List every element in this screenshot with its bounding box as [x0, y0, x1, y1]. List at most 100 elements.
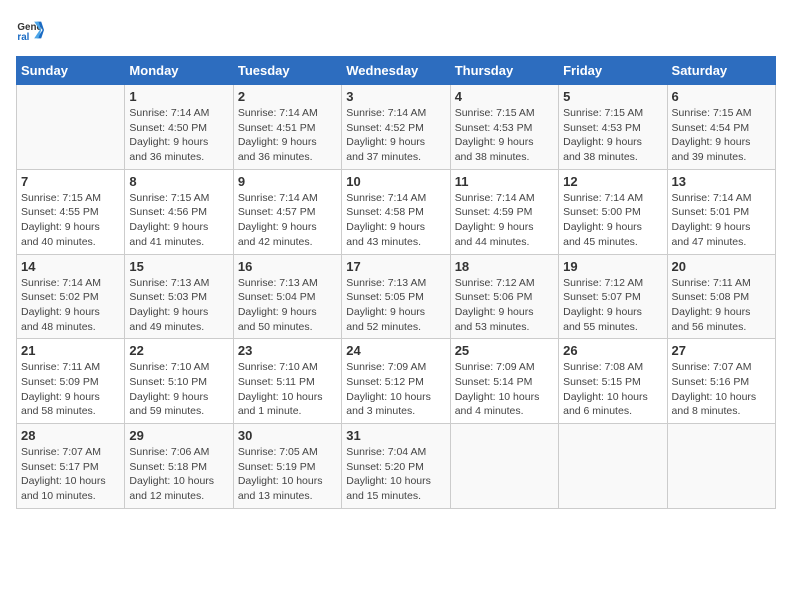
header-row: SundayMondayTuesdayWednesdayThursdayFrid… [17, 57, 776, 85]
day-info: Sunrise: 7:14 AM Sunset: 4:57 PM Dayligh… [238, 191, 337, 250]
week-row-5: 28Sunrise: 7:07 AM Sunset: 5:17 PM Dayli… [17, 424, 776, 509]
day-cell: 18Sunrise: 7:12 AM Sunset: 5:06 PM Dayli… [450, 254, 558, 339]
page-header: Gene ral [16, 16, 776, 44]
day-cell: 11 Sunrise: 7:14 AM Sunset: 4:59 PM Dayli… [450, 169, 558, 254]
day-cell: 27 Sunrise: 7:07 AM Sunset: 5:16 PM Dayli… [667, 339, 775, 424]
day-cell [559, 424, 667, 509]
day-number: 21 [21, 343, 120, 358]
day-cell: 16 Sunrise: 7:13 AM Sunset: 5:04 PM Dayli… [233, 254, 341, 339]
day-cell [17, 85, 125, 170]
day-cell: 23 Sunrise: 7:10 AM Sunset: 5:11 PM Dayli… [233, 339, 341, 424]
col-header-wednesday: Wednesday [342, 57, 450, 85]
day-number: 23 [238, 343, 337, 358]
day-info: Sunrise: 7:10 AM Sunset: 5:10 PM Dayligh… [129, 360, 228, 419]
day-info: Sunrise: 7:12 AM Sunset: 5:06 PM Dayligh… [455, 276, 554, 335]
day-number: 2 [238, 89, 337, 104]
col-header-sunday: Sunday [17, 57, 125, 85]
day-number: 22 [129, 343, 228, 358]
day-number: 12 [563, 174, 662, 189]
day-info: Sunrise: 7:15 AM Sunset: 4:54 PM Dayligh… [672, 106, 771, 165]
col-header-tuesday: Tuesday [233, 57, 341, 85]
day-cell: 3 Sunrise: 7:14 AM Sunset: 4:52 PM Daylig… [342, 85, 450, 170]
day-info: Sunrise: 7:14 AM Sunset: 4:58 PM Dayligh… [346, 191, 445, 250]
week-row-3: 14 Sunrise: 7:14 AM Sunset: 5:02 PM Dayli… [17, 254, 776, 339]
day-cell: 20 Sunrise: 7:11 AM Sunset: 5:08 PM Dayli… [667, 254, 775, 339]
day-number: 13 [672, 174, 771, 189]
day-number: 15 [129, 259, 228, 274]
day-info: Sunrise: 7:08 AM Sunset: 5:15 PM Dayligh… [563, 360, 662, 419]
day-cell: 29 Sunrise: 7:06 AM Sunset: 5:18 PM Dayli… [125, 424, 233, 509]
day-info: Sunrise: 7:13 AM Sunset: 5:05 PM Dayligh… [346, 276, 445, 335]
day-cell: 7 Sunrise: 7:15 AM Sunset: 4:55 PM Daylig… [17, 169, 125, 254]
logo: Gene ral [16, 16, 48, 44]
day-number: 1 [129, 89, 228, 104]
day-cell: 5 Sunrise: 7:15 AM Sunset: 4:53 PM Daylig… [559, 85, 667, 170]
day-info: Sunrise: 7:09 AM Sunset: 5:14 PM Dayligh… [455, 360, 554, 419]
day-cell: 22 Sunrise: 7:10 AM Sunset: 5:10 PM Dayli… [125, 339, 233, 424]
day-cell: 25 Sunrise: 7:09 AM Sunset: 5:14 PM Dayli… [450, 339, 558, 424]
day-cell: 13 Sunrise: 7:14 AM Sunset: 5:01 PM Dayli… [667, 169, 775, 254]
day-info: Sunrise: 7:10 AM Sunset: 5:11 PM Dayligh… [238, 360, 337, 419]
day-number: 26 [563, 343, 662, 358]
day-info: Sunrise: 7:14 AM Sunset: 5:00 PM Dayligh… [563, 191, 662, 250]
day-number: 20 [672, 259, 771, 274]
day-number: 24 [346, 343, 445, 358]
week-row-1: 1 Sunrise: 7:14 AM Sunset: 4:50 PM Daylig… [17, 85, 776, 170]
day-cell: 10Sunrise: 7:14 AM Sunset: 4:58 PM Dayli… [342, 169, 450, 254]
day-cell: 24 Sunrise: 7:09 AM Sunset: 5:12 PM Dayli… [342, 339, 450, 424]
day-number: 11 [455, 174, 554, 189]
svg-text:ral: ral [17, 32, 29, 43]
col-header-saturday: Saturday [667, 57, 775, 85]
day-info: Sunrise: 7:14 AM Sunset: 4:52 PM Dayligh… [346, 106, 445, 165]
day-info: Sunrise: 7:15 AM Sunset: 4:55 PM Dayligh… [21, 191, 120, 250]
day-cell: 21 Sunrise: 7:11 AM Sunset: 5:09 PM Dayli… [17, 339, 125, 424]
day-number: 14 [21, 259, 120, 274]
day-cell: 19 Sunrise: 7:12 AM Sunset: 5:07 PM Dayli… [559, 254, 667, 339]
day-number: 31 [346, 428, 445, 443]
logo-icon: Gene ral [16, 16, 44, 44]
day-info: Sunrise: 7:15 AM Sunset: 4:53 PM Dayligh… [455, 106, 554, 165]
day-number: 6 [672, 89, 771, 104]
week-row-2: 7 Sunrise: 7:15 AM Sunset: 4:55 PM Daylig… [17, 169, 776, 254]
day-cell: 12 Sunrise: 7:14 AM Sunset: 5:00 PM Dayli… [559, 169, 667, 254]
day-cell: 9 Sunrise: 7:14 AM Sunset: 4:57 PM Daylig… [233, 169, 341, 254]
day-cell: 15 Sunrise: 7:13 AM Sunset: 5:03 PM Dayli… [125, 254, 233, 339]
day-info: Sunrise: 7:15 AM Sunset: 4:56 PM Dayligh… [129, 191, 228, 250]
col-header-friday: Friday [559, 57, 667, 85]
day-number: 9 [238, 174, 337, 189]
day-number: 29 [129, 428, 228, 443]
day-info: Sunrise: 7:09 AM Sunset: 5:12 PM Dayligh… [346, 360, 445, 419]
day-number: 7 [21, 174, 120, 189]
day-cell: 30Sunrise: 7:05 AM Sunset: 5:19 PM Dayli… [233, 424, 341, 509]
week-row-4: 21 Sunrise: 7:11 AM Sunset: 5:09 PM Dayli… [17, 339, 776, 424]
calendar-table: SundayMondayTuesdayWednesdayThursdayFrid… [16, 56, 776, 509]
col-header-monday: Monday [125, 57, 233, 85]
day-info: Sunrise: 7:04 AM Sunset: 5:20 PM Dayligh… [346, 445, 445, 504]
day-number: 16 [238, 259, 337, 274]
day-number: 4 [455, 89, 554, 104]
day-number: 19 [563, 259, 662, 274]
day-number: 3 [346, 89, 445, 104]
day-cell: 8 Sunrise: 7:15 AM Sunset: 4:56 PM Daylig… [125, 169, 233, 254]
day-info: Sunrise: 7:13 AM Sunset: 5:04 PM Dayligh… [238, 276, 337, 335]
day-number: 30 [238, 428, 337, 443]
day-cell: 28Sunrise: 7:07 AM Sunset: 5:17 PM Dayli… [17, 424, 125, 509]
day-info: Sunrise: 7:11 AM Sunset: 5:08 PM Dayligh… [672, 276, 771, 335]
day-number: 5 [563, 89, 662, 104]
day-info: Sunrise: 7:14 AM Sunset: 5:01 PM Dayligh… [672, 191, 771, 250]
day-number: 27 [672, 343, 771, 358]
day-info: Sunrise: 7:14 AM Sunset: 5:02 PM Dayligh… [21, 276, 120, 335]
day-info: Sunrise: 7:13 AM Sunset: 5:03 PM Dayligh… [129, 276, 228, 335]
day-info: Sunrise: 7:06 AM Sunset: 5:18 PM Dayligh… [129, 445, 228, 504]
day-info: Sunrise: 7:11 AM Sunset: 5:09 PM Dayligh… [21, 360, 120, 419]
day-info: Sunrise: 7:07 AM Sunset: 5:16 PM Dayligh… [672, 360, 771, 419]
day-cell [667, 424, 775, 509]
day-info: Sunrise: 7:15 AM Sunset: 4:53 PM Dayligh… [563, 106, 662, 165]
day-info: Sunrise: 7:12 AM Sunset: 5:07 PM Dayligh… [563, 276, 662, 335]
day-number: 8 [129, 174, 228, 189]
day-info: Sunrise: 7:14 AM Sunset: 4:59 PM Dayligh… [455, 191, 554, 250]
day-number: 17 [346, 259, 445, 274]
day-info: Sunrise: 7:14 AM Sunset: 4:50 PM Dayligh… [129, 106, 228, 165]
day-number: 25 [455, 343, 554, 358]
day-info: Sunrise: 7:14 AM Sunset: 4:51 PM Dayligh… [238, 106, 337, 165]
